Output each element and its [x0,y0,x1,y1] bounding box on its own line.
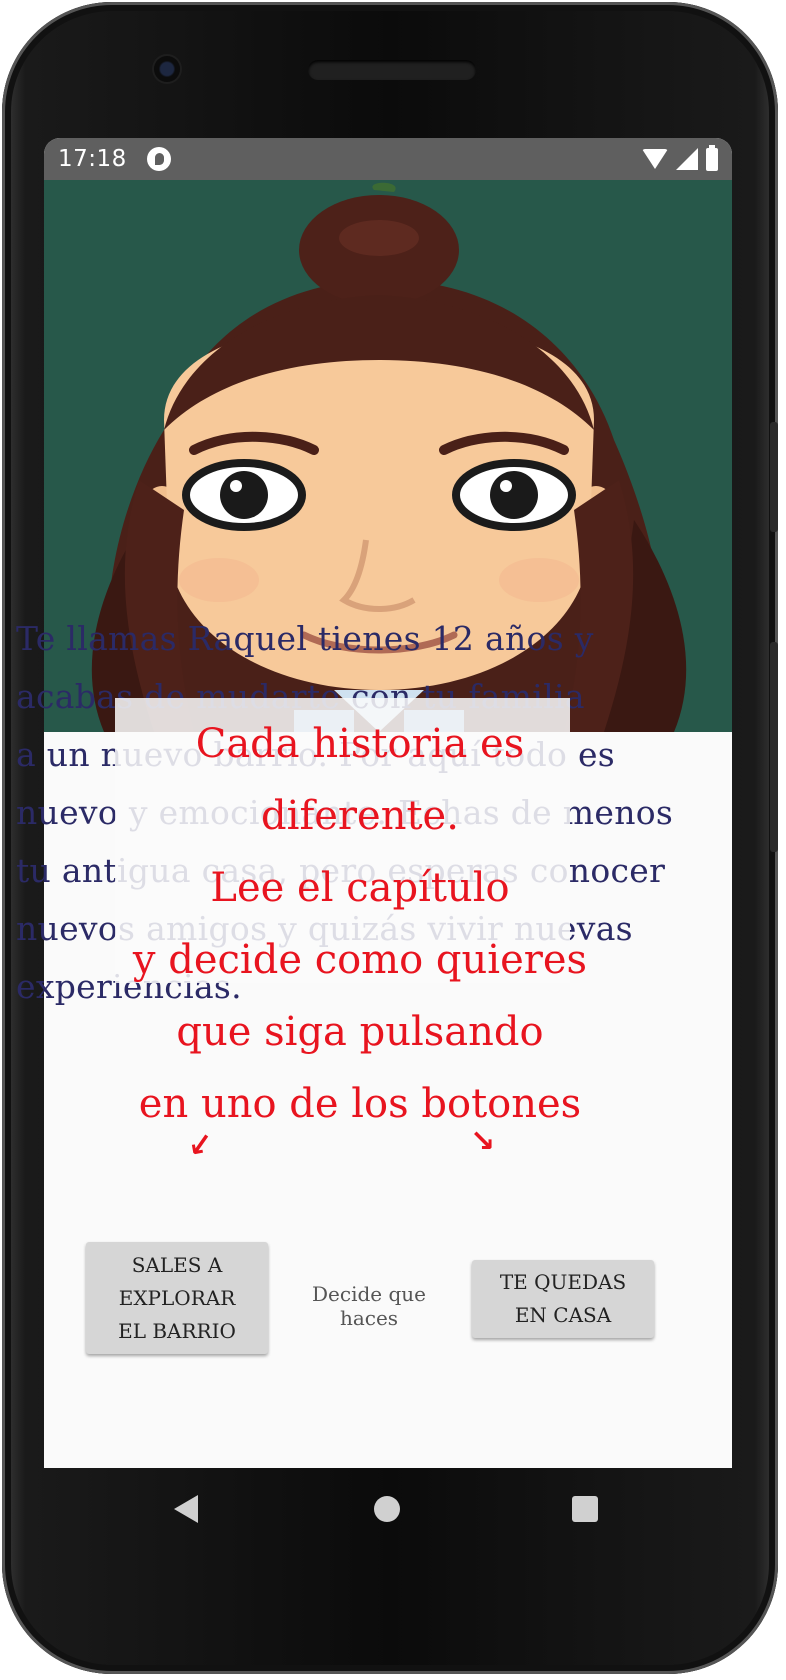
navigation-bar [44,1468,732,1550]
arrow-down-right-icon: ↘ [470,1124,496,1159]
stay-home-button[interactable]: TE QUEDAS EN CASA [472,1260,654,1338]
status-bar: 17:18 [44,138,732,180]
overlay-line: en uno de los botones [138,1081,582,1127]
notification-icon [146,147,171,171]
status-time: 17:18 [58,146,127,172]
earpiece-speaker [308,60,476,80]
front-camera [154,56,180,82]
wifi-icon [642,149,668,169]
explore-neighborhood-label: SALES A EXPLORAR EL BARRIO [118,1252,236,1343]
overlay-line: que siga pulsando [176,1009,544,1055]
power-button [770,642,778,852]
overlay-line: Lee el capítulo [210,865,510,911]
volume-button [770,422,778,532]
tutorial-overlay-text: Cada historia es diferente. Lee el capít… [50,708,670,1140]
battery-icon [706,144,718,171]
home-icon[interactable] [374,1496,400,1522]
status-icons [642,144,718,171]
stay-home-label: TE QUEDAS EN CASA [499,1270,627,1327]
overlay-line: diferente. [261,793,459,839]
overlay-line: y decide como quieres [132,937,588,983]
story-line: Te llamas Raquel tienes 12 años y [16,619,594,658]
explore-neighborhood-button[interactable]: SALES A EXPLORAR EL BARRIO [86,1242,268,1354]
recent-apps-icon[interactable] [572,1496,598,1522]
signal-icon [676,148,698,170]
overlay-line: Cada historia es [195,721,525,767]
back-icon[interactable] [174,1495,198,1523]
